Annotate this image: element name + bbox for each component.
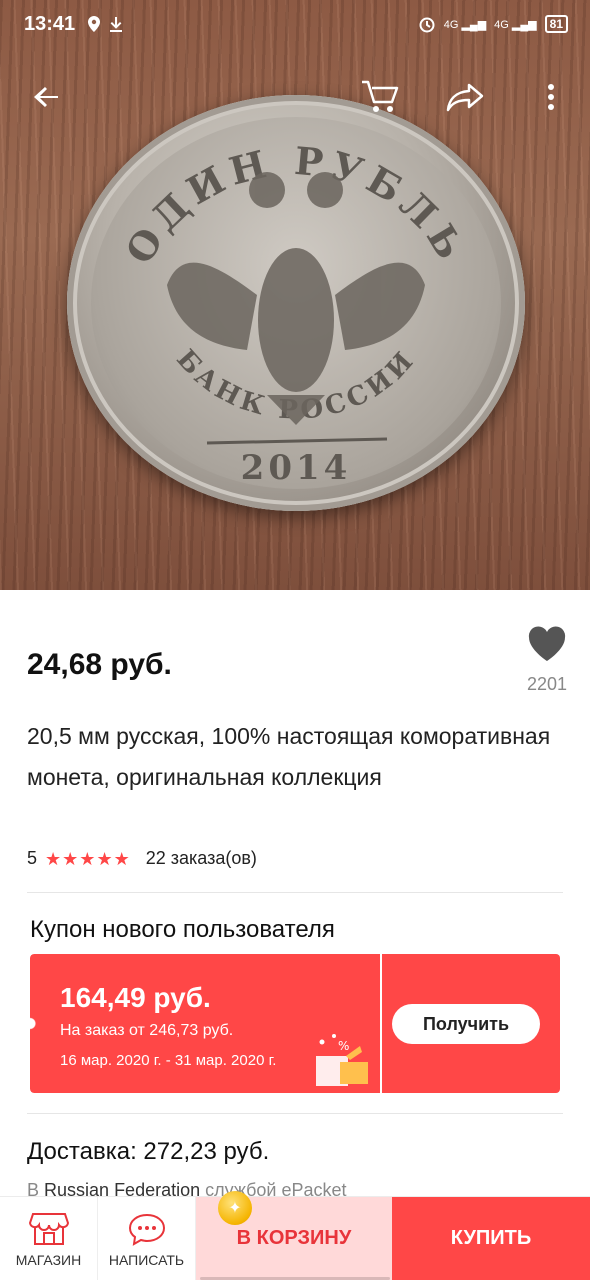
coupon-min-order: На заказ от 246,73 руб. bbox=[60, 1022, 234, 1039]
wishlist-button[interactable] bbox=[527, 626, 567, 662]
product-image[interactable]: ОДИН РУБЛЬ БАНК РОССИИ 2014 13:41 bbox=[0, 0, 590, 590]
message-button[interactable]: НАПИСАТЬ bbox=[98, 1197, 196, 1280]
coupon-action: Получить bbox=[382, 954, 560, 1093]
message-label: НАПИСАТЬ bbox=[108, 1252, 185, 1268]
star-icon: ★ bbox=[62, 848, 79, 869]
signal-4g-icon: 4G ▂▄▆ bbox=[494, 18, 537, 31]
rating-row[interactable]: 5 ★ ★ ★ ★ ★ 22 заказа(ов) bbox=[27, 848, 257, 869]
star-icon: ★ bbox=[113, 848, 130, 869]
coupon-section-title: Купон нового пользователя bbox=[30, 916, 335, 943]
coin-badge-icon: ✦ bbox=[218, 1191, 252, 1225]
more-button[interactable] bbox=[526, 72, 576, 122]
buy-now-button[interactable]: КУПИТЬ bbox=[392, 1197, 590, 1280]
more-vertical-icon bbox=[548, 84, 554, 110]
cart-icon bbox=[362, 80, 399, 112]
location-icon bbox=[88, 16, 101, 32]
wishlist-count: 2201 bbox=[526, 674, 568, 694]
coupon-info: 164,49 руб. На заказ от 246,73 руб. 16 м… bbox=[30, 954, 380, 1093]
star-icon: ★ bbox=[45, 848, 62, 869]
rating-stars: ★ ★ ★ ★ ★ bbox=[45, 849, 130, 869]
divider bbox=[27, 892, 563, 893]
buy-label: КУПИТЬ bbox=[450, 1227, 532, 1249]
cart-button[interactable] bbox=[355, 72, 405, 122]
store-icon bbox=[28, 1213, 69, 1245]
coin-year: 2014 bbox=[241, 448, 352, 488]
star-icon: ★ bbox=[79, 848, 96, 869]
rating-value: 5 bbox=[27, 848, 38, 868]
coin-photo: ОДИН РУБЛЬ БАНК РОССИИ 2014 bbox=[67, 95, 525, 511]
divider bbox=[27, 1113, 563, 1114]
shipping-cost[interactable]: Доставка: 272,23 руб. bbox=[27, 1138, 269, 1166]
new-user-coupon: 164,49 руб. На заказ от 246,73 руб. 16 м… bbox=[30, 954, 560, 1093]
signal-4g-icon: 4G ▂▄▆ bbox=[443, 18, 487, 31]
product-price: 24,68 руб. bbox=[27, 648, 172, 681]
star-icon: ★ bbox=[96, 848, 113, 869]
orders-count: 22 заказа(ов) bbox=[145, 848, 257, 868]
product-title: 20,5 мм русская, 100% настоящая коморати… bbox=[27, 723, 551, 790]
get-coupon-button[interactable]: Получить bbox=[392, 1004, 540, 1044]
share-icon bbox=[446, 83, 484, 112]
status-time: 13:41 bbox=[24, 12, 76, 35]
battery-icon: 81 bbox=[544, 15, 568, 33]
gift-icon: % bbox=[316, 1034, 368, 1086]
bottom-action-bar: МАГАЗИН НАПИСАТЬ ✦ В КОРЗИНУ КУПИТЬ bbox=[0, 1191, 590, 1280]
download-icon bbox=[110, 17, 123, 32]
status-bar: 13:41 4G ▂▄▆ 4G ▂▄▆ 81 bbox=[0, 0, 590, 48]
add-to-cart-button[interactable]: ✦ В КОРЗИНУ bbox=[196, 1191, 392, 1280]
coin-engraving: ОДИН РУБЛЬ БАНК РОССИИ 2014 bbox=[116, 138, 469, 488]
chat-icon bbox=[128, 1213, 165, 1246]
alarm-icon bbox=[419, 17, 435, 33]
arrow-left-icon bbox=[34, 87, 58, 107]
coupon-amount: 164,49 руб. bbox=[60, 982, 211, 1013]
back-button[interactable] bbox=[22, 72, 72, 122]
add-to-cart-label: В КОРЗИНУ bbox=[236, 1227, 352, 1249]
store-label: МАГАЗИН bbox=[15, 1252, 82, 1268]
coupon-dates: 16 мар. 2020 г. - 31 мар. 2020 г. bbox=[60, 1052, 277, 1069]
store-button[interactable]: МАГАЗИН bbox=[0, 1197, 98, 1280]
share-button[interactable] bbox=[440, 72, 490, 122]
svg-text:%: % bbox=[338, 1039, 349, 1053]
heart-icon bbox=[528, 626, 566, 661]
top-toolbar bbox=[0, 62, 590, 132]
